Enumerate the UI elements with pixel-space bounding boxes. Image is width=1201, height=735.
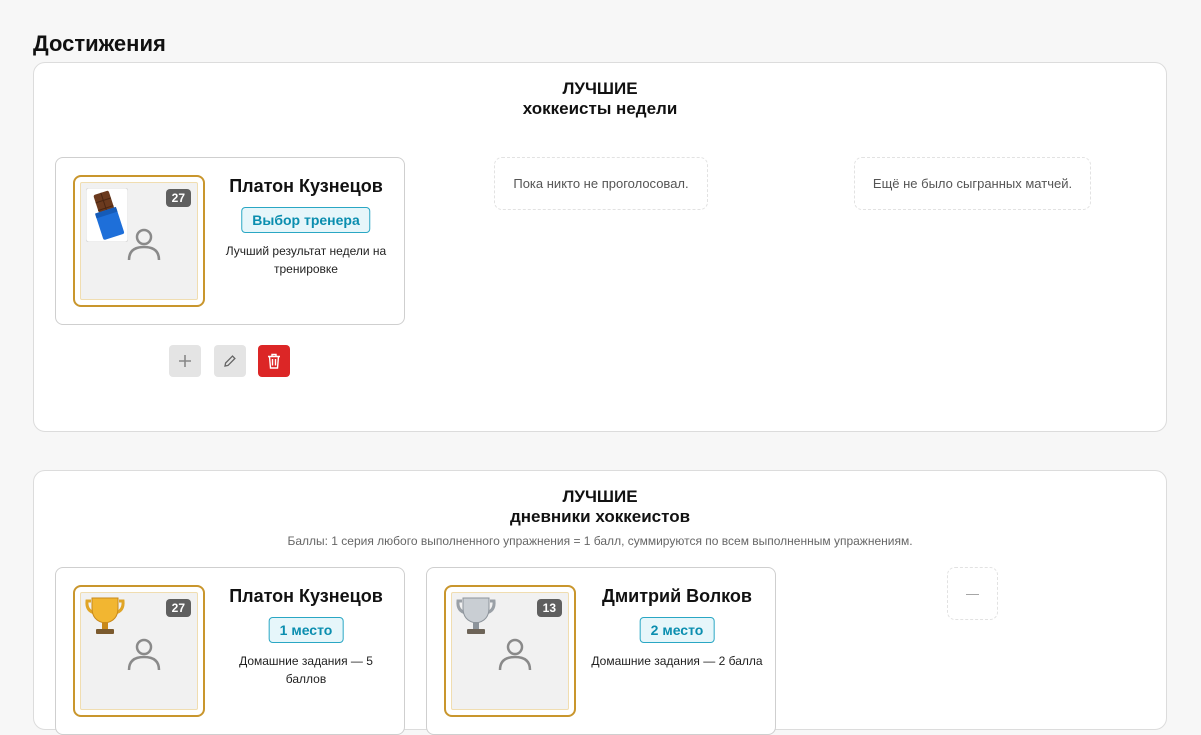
empty-matches-message: Ещё не было сыгранных матчей. (854, 157, 1091, 210)
place-badge: 2 место (639, 617, 715, 643)
diaries-heading-line1: ЛУЧШИЕ (562, 487, 638, 506)
diaries-panel: ЛУЧШИЕ дневники хоккеистов Баллы: 1 сери… (33, 470, 1167, 735)
scoring-note: Баллы: 1 серия любого выполненного упраж… (287, 534, 913, 548)
player-name: Дмитрий Волков (602, 586, 752, 606)
count-badge: 13 (536, 599, 562, 617)
award-description: Лучший результат недели на тренировке (225, 244, 387, 276)
weekly-heading-line2: хоккеисты недели (522, 99, 678, 118)
page-title: Достижения (33, 31, 166, 56)
add-button[interactable] (169, 345, 201, 377)
player-name: Платон Кузнецов (229, 176, 383, 196)
diary-card[interactable]: 27 Платон Кузнецов 1 место Домашние зада… (55, 567, 405, 735)
plus-icon (179, 355, 191, 367)
score-description: Домашние задания — 5 баллов (239, 654, 373, 686)
weekly-heading-line1: ЛУЧШИЕ (562, 79, 638, 98)
diary-card[interactable]: 13 Дмитрий Волков 2 место Домашние задан… (426, 567, 776, 735)
empty-votes-message: Пока никто не проголосовал. (494, 157, 708, 210)
pencil-icon (224, 355, 236, 367)
empty-third-place: — (947, 567, 998, 620)
weekly-heading: ЛУЧШИЕ хоккеисты недели (34, 79, 1166, 119)
diaries-heading: ЛУЧШИЕ дневники хоккеистов (34, 487, 1166, 527)
chocolate-bar-icon (86, 188, 128, 242)
edit-button[interactable] (214, 345, 246, 377)
count-badge: 27 (165, 599, 191, 617)
weekly-player-card[interactable]: 27 Платон Кузнецов Выбор тренера Лучший … (55, 157, 405, 325)
avatar: 27 (80, 592, 198, 710)
count-badge: 27 (165, 189, 191, 207)
weekly-best-panel: ЛУЧШИЕ хоккеисты недели 27 Платон Кузнец… (33, 62, 1167, 432)
user-avatar-icon (127, 228, 161, 261)
avatar-frame: 27 (73, 175, 205, 307)
place-badge: 1 место (268, 617, 344, 643)
award-badge: Выбор тренера (241, 207, 371, 233)
trash-icon (268, 353, 280, 369)
delete-button[interactable] (258, 345, 290, 377)
avatar-frame: 27 (73, 585, 205, 717)
gold-trophy-icon (85, 597, 125, 634)
silver-trophy-icon (456, 597, 496, 634)
user-avatar-icon (127, 638, 161, 671)
avatar-frame: 13 (444, 585, 576, 717)
player-name: Платон Кузнецов (229, 586, 383, 606)
avatar: 27 (80, 182, 198, 300)
diaries-heading-line2: дневники хоккеистов (509, 507, 691, 526)
user-avatar-icon (498, 638, 532, 671)
score-description: Домашние задания — 2 балла (591, 654, 763, 668)
avatar: 13 (451, 592, 569, 710)
